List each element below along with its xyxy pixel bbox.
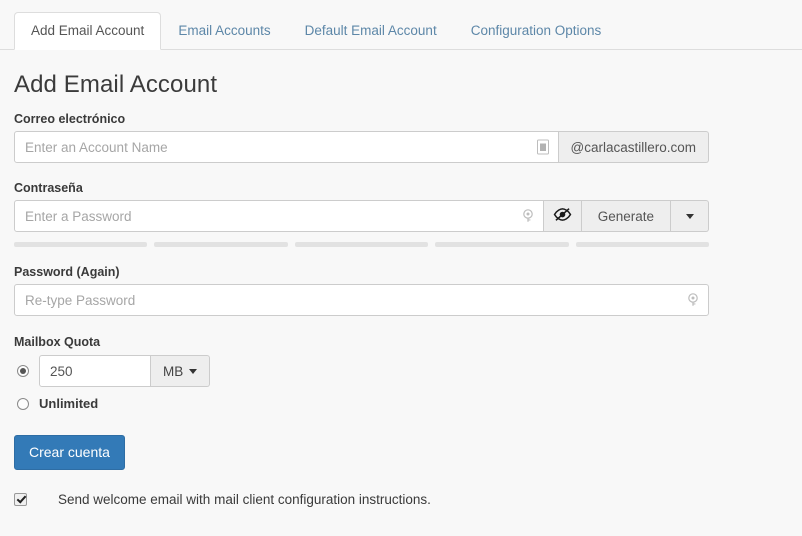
welcome-email-row: Send welcome email with mail client conf… xyxy=(14,492,788,507)
password-strength-meter xyxy=(14,242,710,248)
quota-limited-radio[interactable] xyxy=(17,365,29,378)
password-input-row: Generate xyxy=(14,200,709,233)
tab-label: Email Accounts xyxy=(178,23,271,39)
password-input[interactable] xyxy=(14,200,544,233)
mailbox-quota-group: Mailbox Quota MB Unlimited xyxy=(14,335,788,411)
eye-slash-icon xyxy=(553,207,572,225)
email-domain-text: @carlacastillero.com xyxy=(570,139,697,155)
quota-unlimited-row: Unlimited xyxy=(14,396,788,411)
password-label: Contraseña xyxy=(14,181,83,196)
quota-unlimited-label: Unlimited xyxy=(39,396,99,412)
quota-unit-label: MB xyxy=(163,363,184,379)
mailbox-quota-label: Mailbox Quota xyxy=(14,335,101,350)
generate-label: Generate xyxy=(597,208,654,224)
email-input-row: @carlacastillero.com xyxy=(14,131,709,164)
email-field-group: Correo electrónico @carlacastillero.com xyxy=(14,112,788,164)
strength-segment xyxy=(435,242,569,248)
password-input-wrap xyxy=(14,200,544,233)
quota-limited-row: MB xyxy=(14,355,788,388)
create-account-button[interactable]: Crear cuenta xyxy=(14,435,125,471)
quota-value-input[interactable] xyxy=(39,355,151,388)
email-domain-addon: @carlacastillero.com xyxy=(558,131,709,164)
tab-label: Add Email Account xyxy=(31,23,145,39)
toggle-password-visibility-button[interactable] xyxy=(543,200,582,233)
email-label: Correo electrónico xyxy=(14,112,126,127)
tab-label: Configuration Options xyxy=(470,23,602,39)
welcome-email-checkbox[interactable] xyxy=(14,493,27,507)
tab-bar: Add Email Account Email Accounts Default… xyxy=(0,0,802,50)
generate-password-button[interactable]: Generate xyxy=(581,200,671,233)
tab-add-email-account[interactable]: Add Email Account xyxy=(14,12,162,50)
email-input[interactable] xyxy=(14,131,559,164)
generate-options-dropdown-button[interactable] xyxy=(671,200,709,233)
tab-default-email-account[interactable]: Default Email Account xyxy=(288,12,454,50)
strength-segment xyxy=(14,242,148,248)
welcome-email-label: Send welcome email with mail client conf… xyxy=(58,492,431,508)
quota-unit-dropdown-button[interactable]: MB xyxy=(151,355,211,388)
password-again-input-wrap xyxy=(14,284,709,317)
chevron-down-icon xyxy=(189,368,198,374)
password-again-input[interactable] xyxy=(14,284,709,317)
password-again-field-group: Password (Again) xyxy=(14,265,788,317)
strength-segment xyxy=(575,242,710,248)
password-again-input-row xyxy=(14,284,709,317)
tab-configuration-options[interactable]: Configuration Options xyxy=(454,12,619,50)
tab-label: Default Email Account xyxy=(304,23,437,39)
page-title: Add Email Account xyxy=(14,71,218,98)
email-input-wrap xyxy=(14,131,559,164)
quota-unlimited-radio[interactable] xyxy=(17,397,29,410)
chevron-down-icon xyxy=(685,213,694,219)
password-field-group: Contraseña Enter a Password Generate xyxy=(14,181,788,248)
strength-segment xyxy=(294,242,429,248)
main-content: Add Email Account Correo electrónico @ca… xyxy=(0,71,802,507)
password-again-label: Password (Again) xyxy=(14,265,120,280)
tab-email-accounts[interactable]: Email Accounts xyxy=(161,12,287,50)
strength-segment xyxy=(154,242,288,248)
